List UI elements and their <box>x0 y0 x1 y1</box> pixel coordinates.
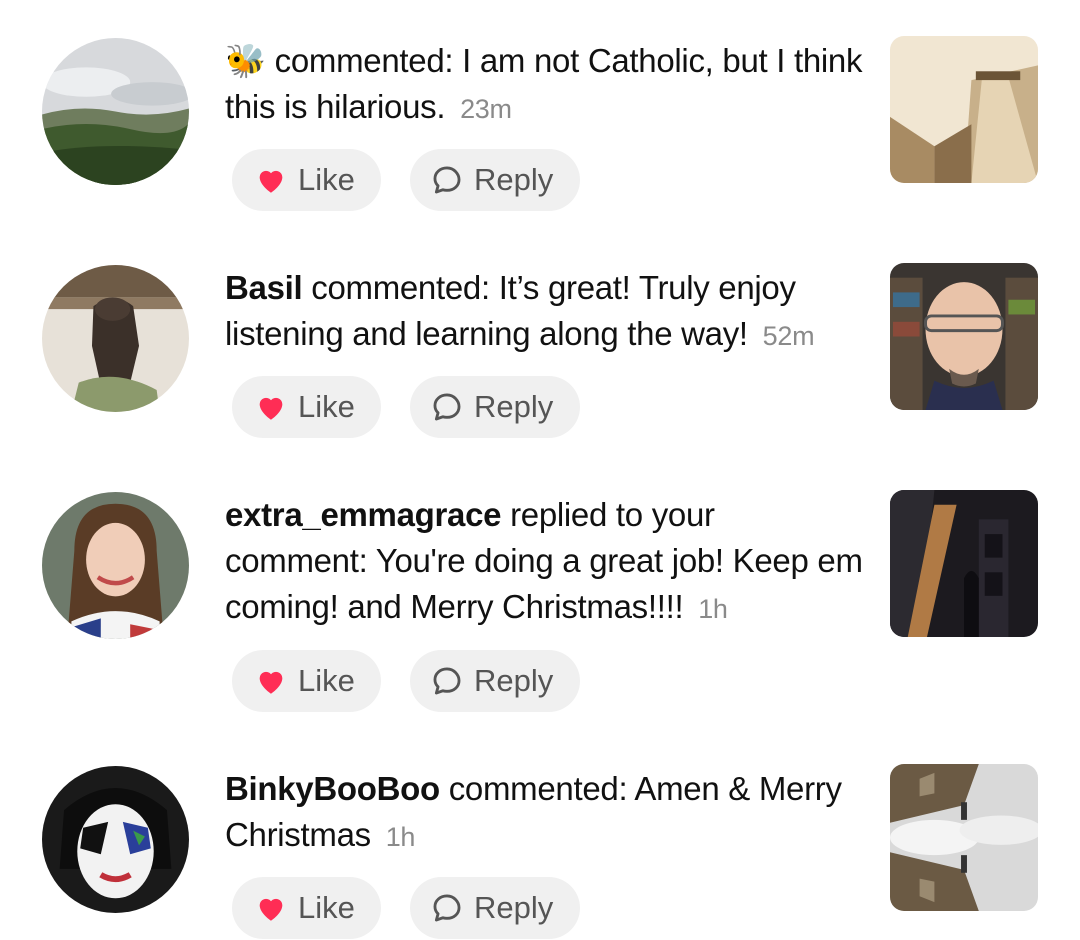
like-label: Like <box>298 890 355 925</box>
reply-button[interactable]: Reply <box>410 877 580 939</box>
notification-text: 🐝 commented: I am not Catholic, but I th… <box>225 38 865 132</box>
like-button[interactable]: Like <box>232 877 381 939</box>
notification-text: Basil commented: It’s great! Truly enjoy… <box>225 265 865 359</box>
post-thumbnail[interactable] <box>890 263 1038 410</box>
reply-button[interactable]: Reply <box>410 376 580 438</box>
reply-label: Reply <box>474 162 554 197</box>
reply-label: Reply <box>474 389 554 424</box>
like-label: Like <box>298 162 355 197</box>
speech-bubble-icon <box>433 166 461 194</box>
notification-action: commented: <box>448 770 628 807</box>
heart-icon <box>259 397 283 420</box>
notification-text: extra_emmagrace replied to your comment:… <box>225 492 865 632</box>
speech-bubble-icon <box>433 667 461 695</box>
reply-label: Reply <box>474 663 554 698</box>
post-thumbnail[interactable] <box>890 36 1038 183</box>
timestamp: 1h <box>385 822 416 852</box>
notification-action: commented: <box>311 269 490 306</box>
heart-icon <box>259 170 283 193</box>
user-avatar[interactable] <box>42 38 189 185</box>
timestamp: 23m <box>460 94 512 124</box>
heart-icon <box>259 898 283 921</box>
bee-icon: 🐝 <box>225 42 266 79</box>
post-thumbnail[interactable] <box>890 490 1038 637</box>
post-thumbnail[interactable] <box>890 764 1038 911</box>
reply-label: Reply <box>474 890 554 925</box>
like-button[interactable]: Like <box>232 650 381 712</box>
speech-bubble-icon <box>433 393 461 421</box>
user-avatar[interactable] <box>42 766 189 913</box>
timestamp: 52m <box>762 321 815 351</box>
reply-button[interactable]: Reply <box>410 650 580 712</box>
username[interactable]: BinkyBooBoo <box>225 770 440 807</box>
username[interactable]: Basil <box>225 269 303 306</box>
like-label: Like <box>298 389 355 424</box>
reply-button[interactable]: Reply <box>410 149 580 211</box>
notification-text: BinkyBooBoo commented: Amen & Merry Chri… <box>225 766 865 860</box>
user-avatar[interactable] <box>42 265 189 412</box>
like-label: Like <box>298 663 355 698</box>
username[interactable]: extra_emmagrace <box>225 496 502 533</box>
heart-icon <box>259 671 283 694</box>
like-button[interactable]: Like <box>232 376 381 438</box>
speech-bubble-icon <box>433 894 461 922</box>
timestamp: 1h <box>698 594 728 624</box>
like-button[interactable]: Like <box>232 149 381 211</box>
user-avatar[interactable] <box>42 492 189 639</box>
notification-action: commented: <box>274 42 454 79</box>
